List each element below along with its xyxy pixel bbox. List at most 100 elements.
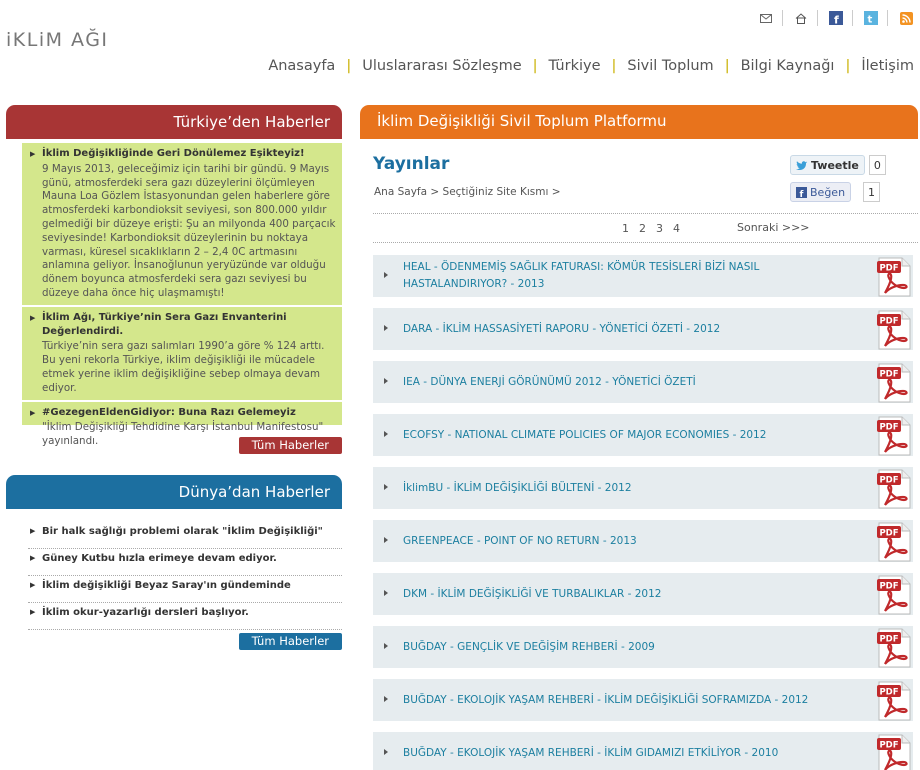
tweet-widget: Tweetle 0 xyxy=(790,155,886,175)
list-item[interactable]: ▶ İklim Değişikliğinde Geri Dönülemez Eş… xyxy=(22,143,342,307)
publication-item[interactable]: DKM - İKLİM DEĞİŞİKLİĞİ VE TURBALIKLAR -… xyxy=(373,573,913,615)
turkiye-news-list: ▶ İklim Değişikliğinde Geri Dönülemez Eş… xyxy=(22,143,342,447)
pdf-icon[interactable]: PDF xyxy=(877,734,911,770)
nav-item-anasayfa[interactable]: Anasayfa xyxy=(268,58,335,74)
dunya-news-header: Dünya’dan Haberler xyxy=(6,475,342,509)
nav-item-turkiye[interactable]: Türkiye xyxy=(549,58,601,74)
svg-text:f: f xyxy=(834,14,839,26)
publication-title[interactable]: BUĞDAY - EKOLOJİK YAŞAM REHBERİ - İKLİM … xyxy=(403,692,808,709)
facebook-icon[interactable]: f xyxy=(828,10,844,26)
publication-title[interactable]: GREENPEACE - POINT OF NO RETURN - 2013 xyxy=(403,533,637,550)
page-link-3[interactable]: 3 xyxy=(656,222,663,235)
pdf-label: PDF xyxy=(879,317,898,327)
publication-item[interactable]: İklimBU - İKLİM DEĞİŞİKLİĞİ BÜLTENİ - 20… xyxy=(373,467,913,509)
twitter-icon[interactable]: t xyxy=(863,10,879,26)
publication-item[interactable]: DARA - İKLİM HASSASİYETİ RAPORU - YÖNETİ… xyxy=(373,308,913,350)
bullet-icon: ▶ xyxy=(30,408,36,417)
nav-item-sivil-toplum[interactable]: Sivil Toplum xyxy=(627,58,713,74)
arrow-icon xyxy=(384,272,388,278)
pdf-label: PDF xyxy=(879,529,898,539)
pdf-label: PDF xyxy=(879,582,898,592)
publication-title[interactable]: IEA - DÜNYA ENERJİ GÖRÜNÜMÜ 2012 - YÖNET… xyxy=(403,374,696,391)
list-item[interactable]: ▶ Bir halk sağlığı problemi olarak "İklim… xyxy=(28,522,342,549)
bullet-icon: ▶ xyxy=(30,150,36,158)
publication-title[interactable]: BUĞDAY - GENÇLİK VE DEĞİŞİM REHBERİ - 20… xyxy=(403,639,655,656)
list-item[interactable]: ▶ İklim okur-yazarlığı dersleri başlıyor. xyxy=(28,603,342,630)
pdf-label: PDF xyxy=(879,741,898,751)
news-title[interactable]: #GezegenEldenGidiyor: Buna Razı Gelemeyi… xyxy=(42,406,336,420)
pdf-icon[interactable]: PDF xyxy=(877,522,911,562)
bullet-icon: ▶ xyxy=(30,581,36,589)
page-link-4[interactable]: 4 xyxy=(673,222,680,235)
pdf-icon[interactable]: PDF xyxy=(877,416,911,456)
publication-item[interactable]: BUĞDAY - EKOLOJİK YAŞAM REHBERİ - İKLİM … xyxy=(373,679,913,721)
publication-item[interactable]: ECOFSY - NATIONAL CLIMATE POLICIES OF MA… xyxy=(373,414,913,456)
dunya-news-list: ▶ Bir halk sağlığı problemi olarak "İklim… xyxy=(28,522,342,630)
all-dunya-news-button[interactable]: Tüm Haberler xyxy=(238,633,342,650)
publication-item[interactable]: BUĞDAY - GENÇLİK VE DEĞİŞİM REHBERİ - 20… xyxy=(373,626,913,668)
next-page-link[interactable]: Sonraki >>> xyxy=(737,221,810,234)
pdf-icon[interactable]: PDF xyxy=(877,681,911,721)
pdf-icon[interactable]: PDF xyxy=(877,575,911,615)
nav-item-bilgi-kaynagi[interactable]: Bilgi Kaynağı xyxy=(741,58,835,74)
pdf-label: PDF xyxy=(879,423,898,433)
list-item[interactable]: ▶ İklim değişikliği Beyaz Saray'ın gündem… xyxy=(28,576,342,603)
nav-item-uluslararasi[interactable]: Uluslararası Sözleşme xyxy=(362,58,521,74)
bullet-icon: ▶ xyxy=(30,527,36,535)
pdf-label: PDF xyxy=(879,476,898,486)
all-turkiye-news-button[interactable]: Tüm Haberler xyxy=(238,437,342,454)
arrow-icon xyxy=(384,643,388,649)
svg-text:f: f xyxy=(800,190,804,198)
pdf-icon[interactable]: PDF xyxy=(877,363,911,403)
pdf-icon[interactable]: PDF xyxy=(877,469,911,509)
pagination: 1 2 3 4 xyxy=(622,222,690,235)
page-link-2[interactable]: 2 xyxy=(639,222,646,235)
like-button[interactable]: f Beğen xyxy=(790,182,852,202)
list-item[interactable]: ▶ İklim Ağı, Türkiye’nin Sera Gazı Envan… xyxy=(22,307,342,402)
main-nav: Anasayfa | Uluslararası Sözleşme | Türki… xyxy=(268,58,914,74)
pdf-icon[interactable]: PDF xyxy=(877,628,911,668)
news-title[interactable]: İklim Değişikliğinde Geri Dönülemez Eşik… xyxy=(42,147,336,161)
pdf-label: PDF xyxy=(879,688,898,698)
pdf-label: PDF xyxy=(879,264,898,274)
tweet-count: 0 xyxy=(868,155,886,175)
bullet-icon: ▶ xyxy=(30,313,36,322)
publication-item[interactable]: IEA - DÜNYA ENERJİ GÖRÜNÜMÜ 2012 - YÖNET… xyxy=(373,361,913,403)
twitter-bird-icon xyxy=(796,161,807,170)
pdf-icon[interactable]: PDF xyxy=(877,257,911,297)
news-text: Türkiye’nin sera gazı salımları 1990’a g… xyxy=(42,340,325,394)
arrow-icon xyxy=(384,378,388,384)
publication-title[interactable]: BUĞDAY - EKOLOJİK YAŞAM REHBERİ - İKLİM … xyxy=(403,745,778,762)
news-text: 9 Mayıs 2013, geleceğimiz için tarihi bi… xyxy=(42,162,336,299)
page-link-1[interactable]: 1 xyxy=(622,222,629,235)
rss-icon[interactable] xyxy=(898,10,914,26)
tweet-button[interactable]: Tweetle xyxy=(790,155,865,175)
publication-title[interactable]: HEAL - ÖDENMEMİŞ SAĞLIK FATURASI: KÖMÜR … xyxy=(403,259,853,293)
publication-title[interactable]: DKM - İKLİM DEĞİŞİKLİĞİ VE TURBALIKLAR -… xyxy=(403,586,661,603)
arrow-icon xyxy=(384,590,388,596)
nav-item-iletisim[interactable]: İletişim xyxy=(861,58,914,74)
pdf-icon[interactable]: PDF xyxy=(877,310,911,350)
platform-header: İklim Değişikliği Sivil Toplum Platformu xyxy=(360,105,918,139)
breadcrumb[interactable]: Ana Sayfa > Seçtiğiniz Site Kısmı > xyxy=(374,186,561,198)
publication-item[interactable]: GREENPEACE - POINT OF NO RETURN - 2013 PD… xyxy=(373,520,913,562)
pdf-label: PDF xyxy=(879,370,898,380)
like-label: Beğen xyxy=(810,185,846,199)
email-icon[interactable] xyxy=(758,10,774,26)
top-icons: f t xyxy=(748,10,914,26)
publication-title[interactable]: İklimBU - İKLİM DEĞİŞİKLİĞİ BÜLTENİ - 20… xyxy=(403,480,632,497)
publication-item[interactable]: BUĞDAY - EKOLOJİK YAŞAM REHBERİ - İKLİM … xyxy=(373,732,913,770)
arrow-icon xyxy=(384,431,388,437)
publication-title[interactable]: ECOFSY - NATIONAL CLIMATE POLICIES OF MA… xyxy=(403,427,766,444)
arrow-icon xyxy=(384,537,388,543)
list-item[interactable]: ▶ Güney Kutbu hızla erimeye devam ediyor. xyxy=(28,549,342,576)
site-logo[interactable]: iKLiM AĞI xyxy=(6,29,109,51)
like-count: 1 xyxy=(863,182,881,202)
home-icon[interactable] xyxy=(793,10,809,26)
pdf-label: PDF xyxy=(879,635,898,645)
publication-item[interactable]: HEAL - ÖDENMEMİŞ SAĞLIK FATURASI: KÖMÜR … xyxy=(373,255,913,297)
news-title[interactable]: İklim Ağı, Türkiye’nin Sera Gazı Envante… xyxy=(42,311,336,339)
publication-title[interactable]: DARA - İKLİM HASSASİYETİ RAPORU - YÖNETİ… xyxy=(403,321,720,338)
arrow-icon xyxy=(384,696,388,702)
arrow-icon xyxy=(384,325,388,331)
